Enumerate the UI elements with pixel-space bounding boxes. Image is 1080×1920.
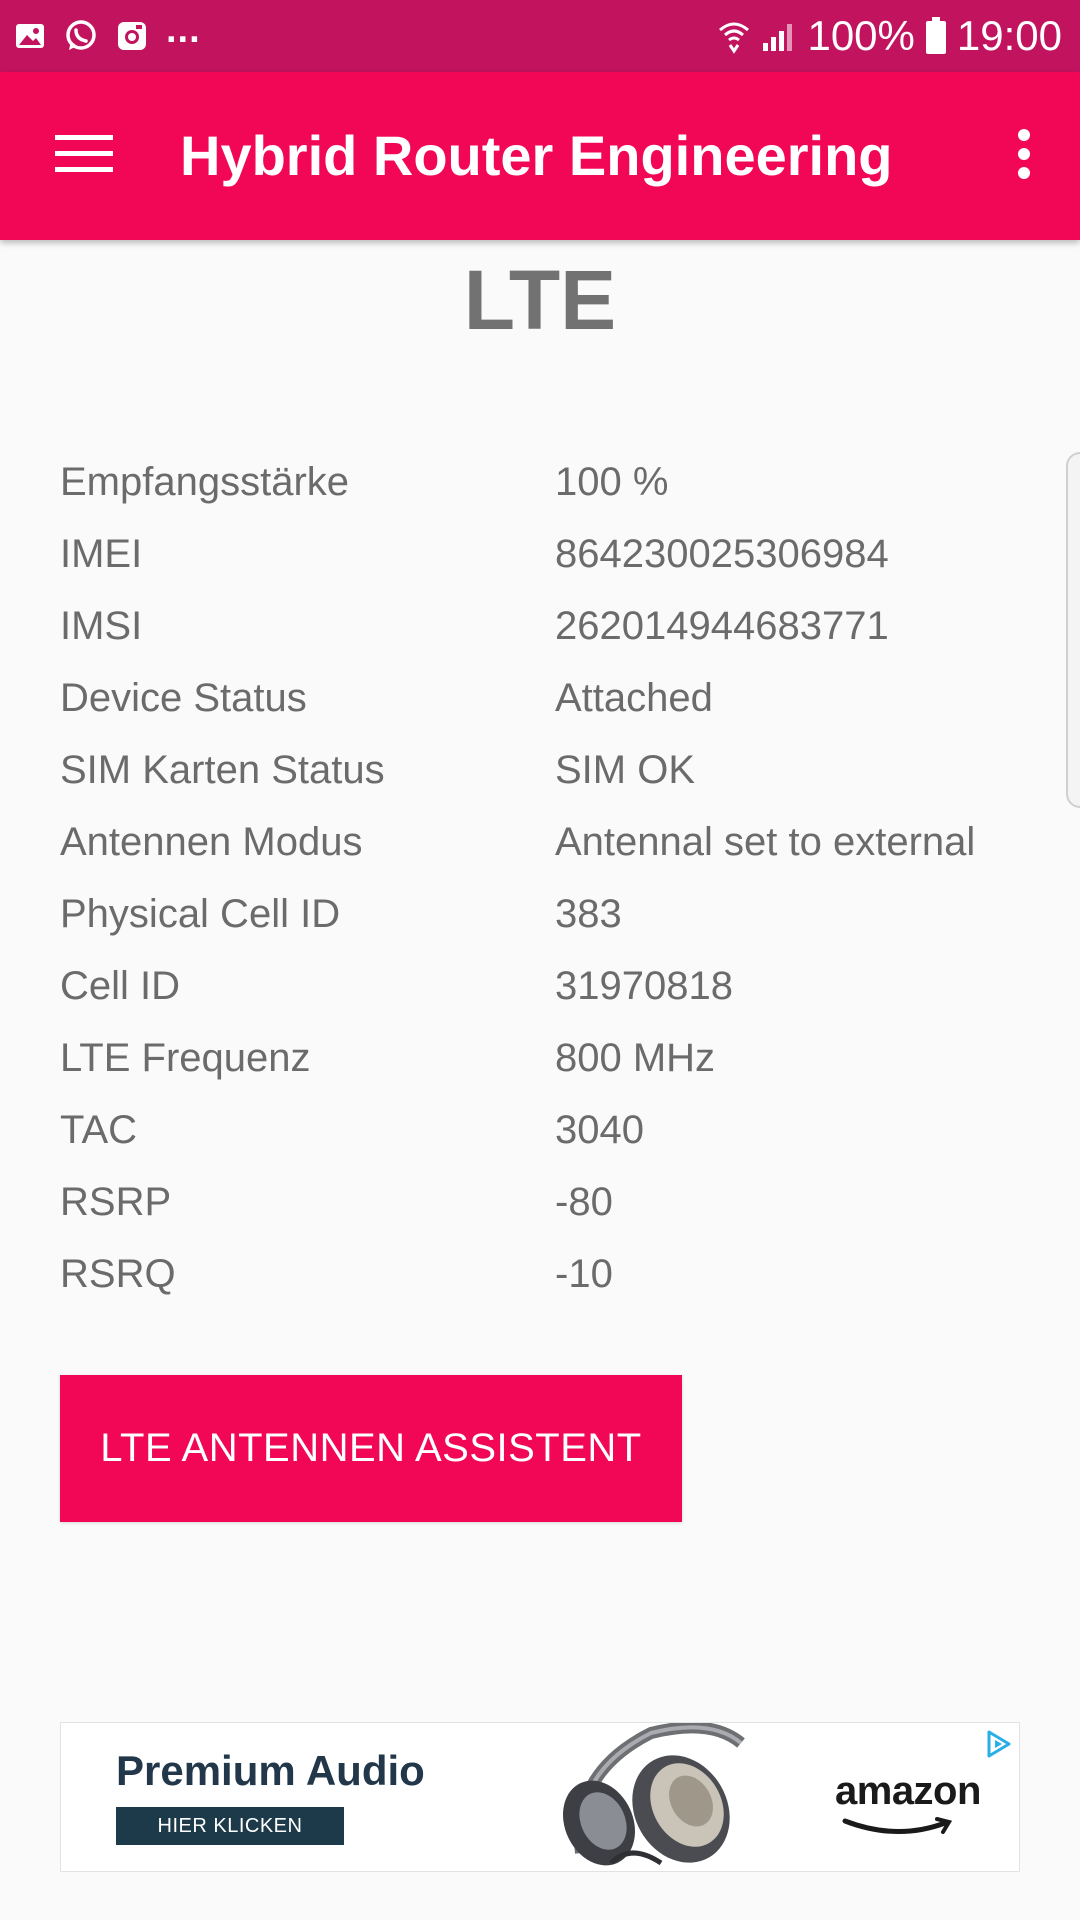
ad-headline: Premium Audio: [116, 1747, 425, 1794]
info-value: Attached: [555, 675, 713, 720]
notification-icons: ...: [14, 0, 201, 72]
info-row-sim-status: SIM Karten Status SIM OK: [60, 734, 1020, 806]
info-value: 100 %: [555, 459, 669, 504]
info-row-cell-id: Cell ID 31970818: [60, 950, 1020, 1022]
ad-brand: amazon: [835, 1769, 981, 1813]
section-title: LTE: [463, 253, 617, 347]
ad-banner[interactable]: Premium Audio HIER KLICKEN amazon: [60, 1722, 1020, 1872]
wifi-icon: [717, 18, 751, 54]
info-label: Antennen Modus: [60, 819, 363, 864]
info-value: 3040: [555, 1107, 644, 1152]
hamburger-menu-icon: [55, 133, 113, 180]
info-value: 31970818: [555, 963, 733, 1008]
ad-cta-button[interactable]: HIER KLICKEN: [116, 1807, 344, 1845]
info-value: 864230025306984: [555, 531, 889, 576]
system-indicators: 100% 19:00: [717, 0, 1062, 72]
info-row-signal-strength: Empfangsstärke 100 %: [60, 446, 1020, 518]
ad-choices-icon[interactable]: [983, 1729, 1013, 1764]
info-row-rsrq: RSRQ -10: [60, 1238, 1020, 1310]
info-label: RSRP: [60, 1179, 172, 1224]
overflow-menu-button[interactable]: [992, 116, 1056, 196]
info-row-rsrp: RSRP -80: [60, 1166, 1020, 1238]
info-label: IMEI: [60, 531, 143, 576]
info-row-antenna-mode: Antennen Modus Antennal set to external: [60, 806, 1020, 878]
info-label: IMSI: [60, 603, 143, 648]
info-value: Antennal set to external: [555, 819, 976, 864]
battery-icon: [925, 17, 947, 55]
whatsapp-icon: [64, 19, 98, 53]
battery-percent: 100%: [807, 12, 915, 59]
info-label: Physical Cell ID: [60, 891, 341, 936]
info-value: 262014944683771: [555, 603, 889, 648]
info-row-lte-frequency: LTE Frequenz 800 MHz: [60, 1022, 1020, 1094]
lte-antenna-assistant-button[interactable]: LTE ANTENNEN ASSISTENT: [60, 1375, 682, 1522]
info-value: SIM OK: [555, 747, 696, 792]
info-row-tac: TAC 3040: [60, 1094, 1020, 1166]
menu-button[interactable]: [40, 116, 128, 196]
lte-info-table: Empfangsstärke 100 % IMEI 86423002530698…: [60, 446, 1020, 1310]
info-label: TAC: [60, 1107, 138, 1152]
app-bar: Hybrid Router Engineering: [0, 72, 1080, 240]
info-row-device-status: Device Status Attached: [60, 662, 1020, 734]
info-label: Cell ID: [60, 963, 181, 1008]
info-row-physical-cell-id: Physical Cell ID 383: [60, 878, 1020, 950]
screen: ... 100% 19:00 Hybrid Router Engineering…: [0, 0, 1080, 1920]
info-label: RSRQ: [60, 1251, 176, 1296]
more-notifications-indicator: ...: [166, 9, 201, 51]
signal-icon: [761, 19, 797, 53]
edge-panel-handle[interactable]: [1066, 452, 1080, 808]
info-label: SIM Karten Status: [60, 747, 385, 792]
info-row-imsi: IMSI 262014944683771: [60, 590, 1020, 662]
amazon-smile-icon: [841, 1815, 957, 1844]
info-label: Empfangsstärke: [60, 459, 350, 504]
app-title: Hybrid Router Engineering: [180, 124, 893, 187]
info-label: LTE Frequenz: [60, 1035, 311, 1080]
info-value: -80: [555, 1179, 613, 1224]
instagram-icon: [116, 20, 148, 52]
info-value: -10: [555, 1251, 613, 1296]
info-label: Device Status: [60, 675, 307, 720]
info-row-imei: IMEI 864230025306984: [60, 518, 1020, 590]
info-value: 800 MHz: [555, 1035, 716, 1080]
vertical-dots-icon: [1016, 128, 1032, 185]
status-bar: ... 100% 19:00: [0, 0, 1080, 72]
info-value: 383: [555, 891, 622, 936]
gallery-icon: [14, 20, 46, 52]
headphones-image: [541, 1723, 781, 1871]
clock: 19:00: [956, 12, 1062, 59]
